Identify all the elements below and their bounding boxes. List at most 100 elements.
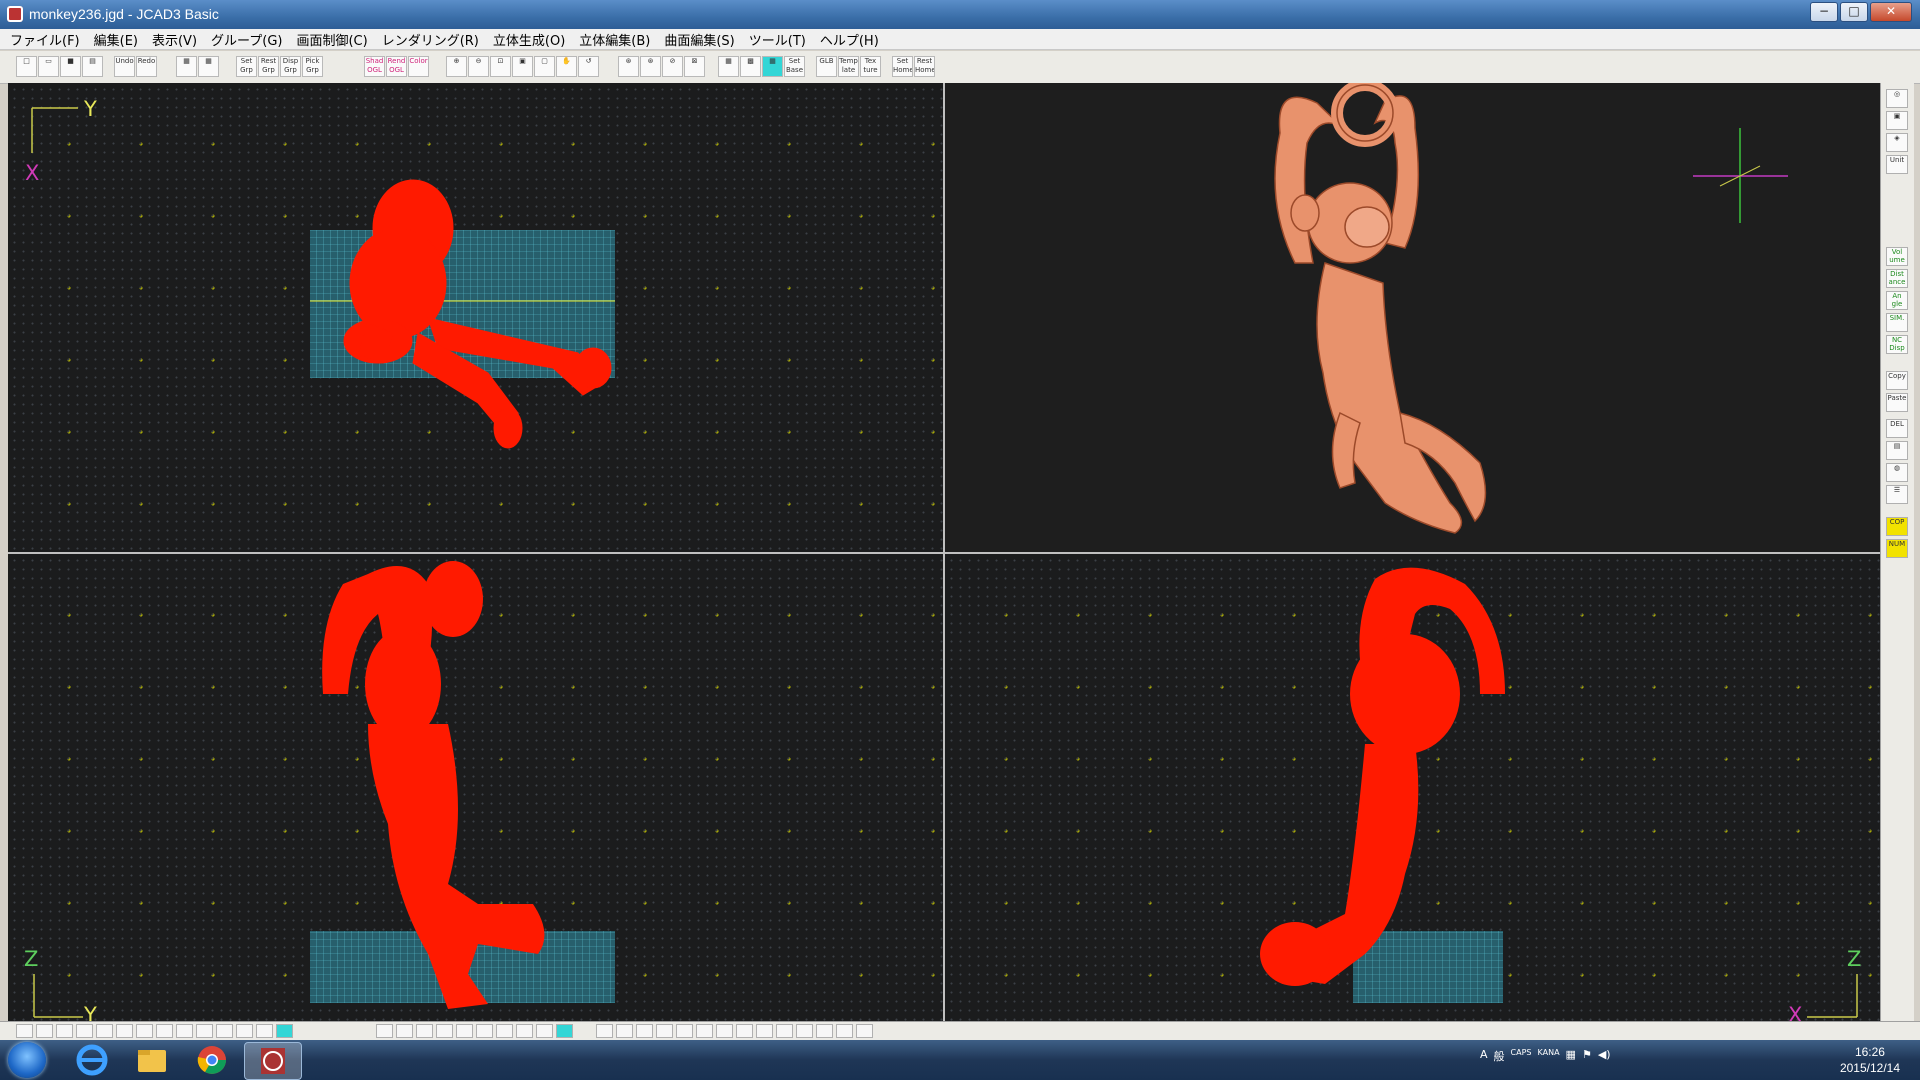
printer-icon[interactable]: ▣: [1886, 111, 1908, 130]
volume-icon[interactable]: ◀): [1598, 1048, 1611, 1064]
menu-rendering[interactable]: レンダリング(R): [382, 30, 479, 49]
edit-tool-13-icon[interactable]: [836, 1024, 853, 1038]
edit-tool-10-icon[interactable]: [776, 1024, 793, 1038]
grid-fill-icon[interactable]: ▦: [762, 56, 783, 77]
menu-screen-control[interactable]: 画面制御(C): [296, 30, 367, 49]
template-button[interactable]: Temp late: [838, 56, 859, 77]
menu-solid-create[interactable]: 立体生成(O): [493, 30, 565, 49]
edit-tool-5-icon[interactable]: [676, 1024, 693, 1038]
measure-icon[interactable]: ◈: [1886, 133, 1908, 152]
menu-solid-edit[interactable]: 立体編集(B): [579, 30, 650, 49]
zoom-red2-icon[interactable]: ⊛: [640, 56, 661, 77]
draw-tool-10-icon[interactable]: [196, 1024, 213, 1038]
menu-group[interactable]: グループ(G): [211, 30, 282, 49]
edit-tool-12-icon[interactable]: [816, 1024, 833, 1038]
shade-ogl-button[interactable]: Shad OGL: [364, 56, 385, 77]
nc-disp-button[interactable]: NC Disp: [1886, 335, 1908, 354]
menu-view[interactable]: 表示(V): [152, 30, 197, 49]
minimize-button[interactable]: −: [1810, 2, 1838, 22]
solid-tool-4-icon[interactable]: [436, 1024, 453, 1038]
clock[interactable]: 16:26 2015/12/14: [1840, 1044, 1900, 1076]
network-icon[interactable]: ▦: [1566, 1048, 1576, 1064]
internet-explorer-icon[interactable]: [64, 1042, 120, 1078]
rest-home-button[interactable]: Rest Home: [914, 56, 935, 77]
menu-surface-edit[interactable]: 曲面編集(S): [664, 30, 734, 49]
solid-tool-8-icon[interactable]: [516, 1024, 533, 1038]
sim-button[interactable]: SIM.: [1886, 313, 1908, 332]
edit-tool-7-icon[interactable]: [716, 1024, 733, 1038]
paste-button[interactable]: Paste: [1886, 393, 1908, 412]
zoom-out-icon[interactable]: ⊖: [468, 56, 489, 77]
pick-group-button[interactable]: Pick Grp: [302, 56, 323, 77]
viewport-front[interactable]: Z Y: [8, 554, 943, 1021]
solid-tool-2-icon[interactable]: [396, 1024, 413, 1038]
pan-hand-icon[interactable]: ✋: [556, 56, 577, 77]
disp-group-button[interactable]: Disp Grp: [280, 56, 301, 77]
print-icon[interactable]: ▤: [82, 56, 103, 77]
angle-button[interactable]: An gle: [1886, 291, 1908, 310]
layer-icon[interactable]: ▦: [176, 56, 197, 77]
draw-tool-2-icon[interactable]: [36, 1024, 53, 1038]
draw-tool-4-icon[interactable]: [76, 1024, 93, 1038]
render-icon[interactable]: ◍: [1886, 463, 1908, 482]
menu-help[interactable]: ヘルプ(H): [820, 30, 879, 49]
edit-tool-3-icon[interactable]: [636, 1024, 653, 1038]
edit-tool-2-icon[interactable]: [616, 1024, 633, 1038]
solid-tool-9-icon[interactable]: [536, 1024, 553, 1038]
texture-button[interactable]: Tex ture: [860, 56, 881, 77]
new-file-icon[interactable]: □: [16, 56, 37, 77]
draw-tool-7-icon[interactable]: [136, 1024, 153, 1038]
edit-tool-14-icon[interactable]: [856, 1024, 873, 1038]
start-button[interactable]: [8, 1042, 46, 1078]
jcad3-taskbar-icon[interactable]: [244, 1042, 302, 1080]
flag-icon[interactable]: ⚑: [1582, 1048, 1592, 1064]
solid-tool-7-icon[interactable]: [496, 1024, 513, 1038]
monkey-wireframe-side[interactable]: [1260, 567, 1505, 986]
draw-tool-5-icon[interactable]: [96, 1024, 113, 1038]
maximize-button[interactable]: □: [1840, 2, 1868, 22]
volume-button[interactable]: Vol ume: [1886, 247, 1908, 266]
save-icon[interactable]: ■: [60, 56, 81, 77]
num-button[interactable]: NUM: [1886, 539, 1908, 558]
draw-tool-8-icon[interactable]: [156, 1024, 173, 1038]
render-ogl-button[interactable]: Rend OGL: [386, 56, 407, 77]
zoom-fit-icon[interactable]: ▣: [512, 56, 533, 77]
edit-tool-6-icon[interactable]: [696, 1024, 713, 1038]
color-button[interactable]: Color: [408, 56, 429, 77]
draw-tool-13-icon[interactable]: [256, 1024, 273, 1038]
ime-kana-text[interactable]: 般: [1494, 1048, 1505, 1064]
open-file-icon[interactable]: ▭: [38, 56, 59, 77]
distance-button[interactable]: Dist ance: [1886, 269, 1908, 288]
viewport-top[interactable]: Y X: [8, 83, 943, 552]
menu-tools[interactable]: ツール(T): [749, 30, 806, 49]
cop-button[interactable]: COP: [1886, 517, 1908, 536]
tree-icon[interactable]: ☰: [1886, 485, 1908, 504]
undo-button[interactable]: Undo: [114, 56, 135, 77]
solid-tool-6-icon[interactable]: [476, 1024, 493, 1038]
zoom-red-icon[interactable]: ⊛: [618, 56, 639, 77]
snap-grid-icon[interactable]: ▩: [740, 56, 761, 77]
draw-tool-11-icon[interactable]: [216, 1024, 233, 1038]
edit-tool-9-icon[interactable]: [756, 1024, 773, 1038]
unit-button[interactable]: Unit: [1886, 155, 1908, 174]
menu-edit[interactable]: 編集(E): [94, 30, 138, 49]
solid-tool-10-icon[interactable]: [556, 1024, 573, 1038]
close-button[interactable]: ✕: [1870, 2, 1912, 22]
ime-mode-text[interactable]: A: [1480, 1048, 1488, 1064]
draw-tool-6-icon[interactable]: [116, 1024, 133, 1038]
draw-tool-12-icon[interactable]: [236, 1024, 253, 1038]
app-icon[interactable]: [7, 6, 23, 22]
solid-tool-3-icon[interactable]: [416, 1024, 433, 1038]
draw-tool-1-icon[interactable]: [16, 1024, 33, 1038]
zoom-in-icon[interactable]: ⊕: [446, 56, 467, 77]
grid-toggle-icon[interactable]: ▦: [718, 56, 739, 77]
view-back-icon[interactable]: ↺: [578, 56, 599, 77]
draw-tool-3-icon[interactable]: [56, 1024, 73, 1038]
solid-tool-1-icon[interactable]: [376, 1024, 393, 1038]
file-explorer-icon[interactable]: [124, 1042, 180, 1078]
viewport-side[interactable]: Z X: [945, 554, 1880, 1021]
edit-tool-4-icon[interactable]: [656, 1024, 673, 1038]
zoom-frame-icon[interactable]: ⊠: [684, 56, 705, 77]
menu-file[interactable]: ファイル(F): [10, 30, 80, 49]
redo-button[interactable]: Redo: [136, 56, 157, 77]
